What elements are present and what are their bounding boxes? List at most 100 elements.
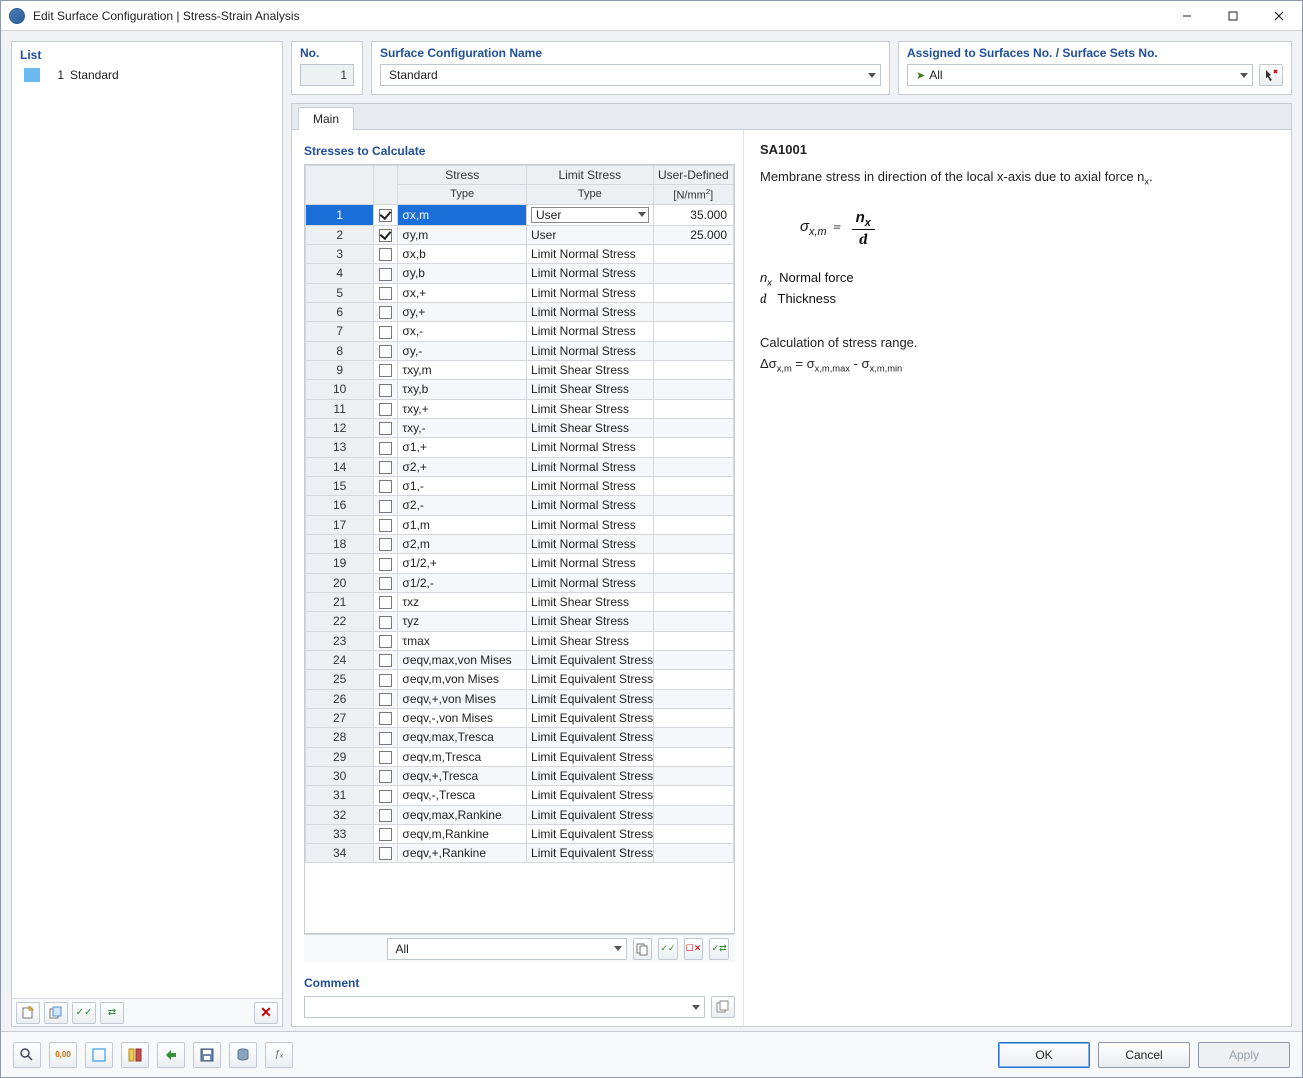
row-checkbox-cell[interactable] (374, 225, 398, 244)
limit-type-cell[interactable]: Limit Normal Stress (527, 573, 654, 592)
limit-type-cell[interactable]: Limit Normal Stress (527, 322, 654, 341)
checkbox-icon[interactable] (379, 770, 392, 783)
new-button[interactable] (16, 1002, 40, 1024)
stress-type-cell[interactable]: σy,m (398, 225, 527, 244)
checkbox-icon[interactable] (379, 654, 392, 667)
toggle-rows-button[interactable]: ✓⇄ (709, 938, 729, 960)
function-button[interactable]: ƒₓ (265, 1042, 293, 1068)
limit-type-cell[interactable]: Limit Equivalent Stress (527, 689, 654, 708)
checkbox-icon[interactable] (379, 712, 392, 725)
stress-type-cell[interactable]: τmax (398, 631, 527, 650)
table-row[interactable]: 19σ1/2,+Limit Normal Stress (306, 554, 734, 573)
checkbox-icon[interactable] (379, 519, 392, 532)
checkbox-icon[interactable] (379, 596, 392, 609)
display-button[interactable] (85, 1042, 113, 1068)
user-defined-cell[interactable] (653, 380, 733, 399)
swap-button[interactable]: ⇄ (100, 1002, 124, 1024)
user-defined-cell[interactable] (653, 805, 733, 824)
delete-button[interactable]: ✕ (254, 1002, 278, 1024)
stress-type-cell[interactable]: τxy,+ (398, 399, 527, 418)
checkbox-icon[interactable] (379, 500, 392, 513)
table-row[interactable]: 26σeqv,+,von MisesLimit Equivalent Stres… (306, 689, 734, 708)
table-row[interactable]: 18σ2,mLimit Normal Stress (306, 534, 734, 553)
checkbox-icon[interactable] (379, 847, 392, 860)
table-row[interactable]: 34σeqv,+,RankineLimit Equivalent Stress (306, 844, 734, 863)
row-checkbox-cell[interactable] (374, 204, 398, 225)
user-defined-cell[interactable] (653, 438, 733, 457)
user-defined-cell[interactable] (653, 476, 733, 495)
row-checkbox-cell[interactable] (374, 360, 398, 379)
limit-type-cell[interactable]: Limit Equivalent Stress (527, 805, 654, 824)
row-checkbox-cell[interactable] (374, 341, 398, 360)
assigned-combo[interactable]: ➤ All (907, 64, 1253, 86)
copy-rows-button[interactable] (633, 938, 653, 960)
table-row[interactable]: 28σeqv,max,TrescaLimit Equivalent Stress (306, 728, 734, 747)
stress-type-cell[interactable]: σ1,m (398, 515, 527, 534)
stress-type-cell[interactable]: σeqv,+,Rankine (398, 844, 527, 863)
user-defined-cell[interactable] (653, 747, 733, 766)
user-defined-cell[interactable] (653, 631, 733, 650)
user-defined-cell[interactable] (653, 341, 733, 360)
maximize-button[interactable] (1210, 1, 1256, 31)
stress-type-cell[interactable]: σ2,m (398, 534, 527, 553)
table-row[interactable]: 23τmaxLimit Shear Stress (306, 631, 734, 650)
row-checkbox-cell[interactable] (374, 322, 398, 341)
checkbox-icon[interactable] (379, 693, 392, 706)
checkbox-icon[interactable] (379, 442, 392, 455)
stress-type-cell[interactable]: σ1,- (398, 476, 527, 495)
limit-type-cell[interactable]: Limit Shear Stress (527, 418, 654, 437)
limit-type-cell[interactable]: Limit Equivalent Stress (527, 766, 654, 785)
uncheck-all-rows-button[interactable]: ☐✕ (684, 938, 704, 960)
stress-type-cell[interactable]: σeqv,max,Tresca (398, 728, 527, 747)
user-defined-cell[interactable] (653, 670, 733, 689)
stress-type-cell[interactable]: τyz (398, 612, 527, 631)
checkbox-icon[interactable] (379, 751, 392, 764)
checkbox-icon[interactable] (379, 384, 392, 397)
stress-type-cell[interactable]: σeqv,+,Tresca (398, 766, 527, 785)
config-list[interactable]: 1 Standard (12, 66, 282, 998)
check-all-button[interactable]: ✓✓ (72, 1002, 96, 1024)
row-checkbox-cell[interactable] (374, 824, 398, 843)
row-checkbox-cell[interactable] (374, 592, 398, 611)
comment-library-button[interactable] (711, 996, 735, 1018)
minimize-button[interactable] (1164, 1, 1210, 31)
checkbox-icon[interactable] (379, 790, 392, 803)
table-row[interactable]: 15σ1,-Limit Normal Stress (306, 476, 734, 495)
user-defined-cell[interactable] (653, 283, 733, 302)
row-checkbox-cell[interactable] (374, 766, 398, 785)
user-defined-cell[interactable] (653, 457, 733, 476)
table-row[interactable]: 31σeqv,-,TrescaLimit Equivalent Stress (306, 786, 734, 805)
user-defined-cell[interactable] (653, 418, 733, 437)
table-row[interactable]: 33σeqv,m,RankineLimit Equivalent Stress (306, 824, 734, 843)
checkbox-icon[interactable] (379, 558, 392, 571)
table-row[interactable]: 24σeqv,max,von MisesLimit Equivalent Str… (306, 650, 734, 669)
checkbox-icon[interactable] (379, 248, 392, 261)
checkbox-icon[interactable] (379, 461, 392, 474)
limit-type-cell[interactable]: Limit Normal Stress (527, 341, 654, 360)
checkbox-icon[interactable] (379, 345, 392, 358)
row-checkbox-cell[interactable] (374, 573, 398, 592)
name-combo[interactable]: Standard (380, 64, 881, 86)
user-defined-cell[interactable] (653, 728, 733, 747)
row-checkbox-cell[interactable] (374, 399, 398, 418)
stress-type-cell[interactable]: σ1/2,+ (398, 554, 527, 573)
user-defined-cell[interactable] (653, 302, 733, 321)
stress-table-scroll[interactable]: Stress Limit Stress User-Defined Type Ty… (305, 165, 734, 933)
row-checkbox-cell[interactable] (374, 244, 398, 263)
row-checkbox-cell[interactable] (374, 689, 398, 708)
row-checkbox-cell[interactable] (374, 805, 398, 824)
user-defined-cell[interactable] (653, 786, 733, 805)
table-row[interactable]: 12τxy,-Limit Shear Stress (306, 418, 734, 437)
checkbox-icon[interactable] (379, 287, 392, 300)
limit-type-cell[interactable]: Limit Normal Stress (527, 244, 654, 263)
row-checkbox-cell[interactable] (374, 747, 398, 766)
limit-type-cell[interactable]: Limit Equivalent Stress (527, 728, 654, 747)
row-checkbox-cell[interactable] (374, 264, 398, 283)
database-button[interactable] (229, 1042, 257, 1068)
checkbox-icon[interactable] (379, 326, 392, 339)
stress-type-cell[interactable]: σx,b (398, 244, 527, 263)
limit-type-cell[interactable]: Limit Normal Stress (527, 554, 654, 573)
checkbox-icon[interactable] (379, 422, 392, 435)
checkbox-icon[interactable] (379, 674, 392, 687)
limit-type-cell[interactable]: Limit Equivalent Stress (527, 844, 654, 863)
